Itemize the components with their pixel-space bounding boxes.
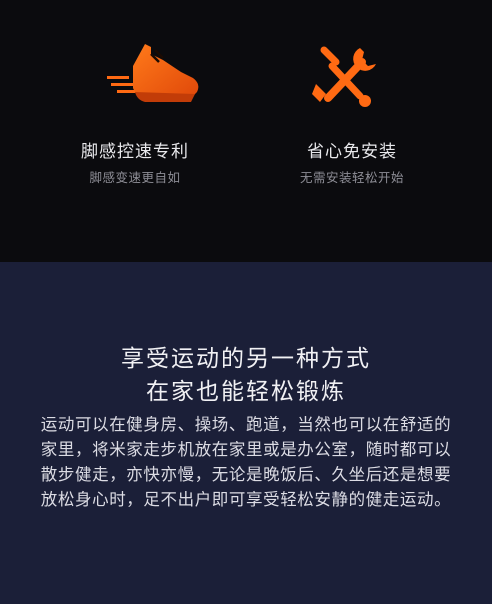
feature-speed-control: 脚感控速专利 脚感变速更自如 [30,0,230,262]
description-paragraph: 运动可以在健身房、操场、跑道，当然也可以在舒适的家里，将米家走步机放在家里或是办… [40,415,452,509]
headline-line-2: 在家也能轻松锻炼 [146,379,346,405]
feature-no-install: 省心免安装 无需安装轻松开始 [252,0,452,262]
running-shoe-icon [107,44,199,102]
feature-subtitle: 无需安装轻松开始 [299,170,404,185]
features-section: 脚感控速专利 脚感变速更自如 省心免安装 无需安装轻松开始 [0,0,492,262]
feature-title: 省心免安装 [307,142,397,162]
feature-subtitle: 脚感变速更自如 [89,170,181,185]
wrench-screwdriver-icon [312,46,376,107]
lifestyle-section: 享受运动的另一种方式 在家也能轻松锻炼 运动可以在健身房、操场、跑道，当然也可以… [0,262,492,604]
headline-line-1: 享受运动的另一种方式 [121,346,371,372]
feature-title: 脚感控速专利 [81,142,189,162]
